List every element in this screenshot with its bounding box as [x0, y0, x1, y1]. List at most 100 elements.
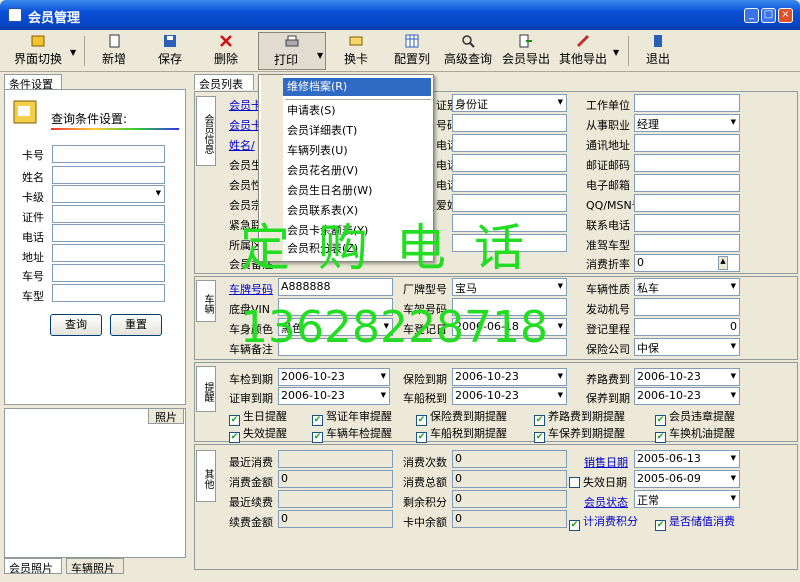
vin-input[interactable] — [278, 298, 393, 316]
maintenance-reminder-checkbox[interactable]: ✔ 车保养到期提醒 — [534, 425, 625, 443]
maximize-button[interactable]: □ — [761, 8, 776, 23]
export-icon — [519, 34, 532, 48]
id-number-input[interactable] — [452, 114, 567, 132]
insurance-due-picker[interactable]: 2006-10-23 — [452, 368, 567, 386]
road-fee-reminder-checkbox[interactable]: ✔ 养路费到期提醒 — [534, 408, 625, 426]
brand-select[interactable]: 宝马 — [452, 278, 567, 296]
recharge-amount-field: 0 — [278, 510, 393, 528]
print-button[interactable]: 打印 ▼ — [258, 32, 326, 70]
config-columns-button[interactable]: 配置列 — [388, 32, 436, 70]
license-class-input[interactable] — [634, 234, 740, 252]
work-phone-input[interactable] — [452, 154, 567, 172]
contact-phone-input[interactable] — [634, 214, 740, 232]
exit-button[interactable]: 退出 — [638, 32, 678, 70]
body-color-select[interactable]: 黑色 — [278, 318, 393, 336]
menu-item-birthday-roster[interactable]: 会员生日名册(W) — [287, 182, 372, 200]
menu-item-member-detail[interactable]: 会员详细表(T) — [287, 122, 357, 140]
consume-count-label: 消费次数 — [403, 456, 447, 469]
tab-member-photo[interactable]: 会员照片 — [4, 558, 62, 575]
home-phone-input[interactable] — [452, 134, 567, 152]
expiry-date-picker[interactable]: 2005-06-09 — [634, 470, 740, 488]
model-input[interactable] — [52, 284, 165, 302]
menu-item-member-roster[interactable]: 会员花名册(V) — [287, 162, 358, 180]
query-button[interactable]: 查询 — [50, 314, 102, 336]
new-button[interactable]: 新增 — [94, 32, 134, 70]
card-no-input[interactable] — [52, 145, 165, 163]
id-input[interactable] — [52, 205, 165, 223]
expiry-date-checkbox[interactable]: 失效日期 — [569, 474, 627, 490]
name-input[interactable] — [52, 166, 165, 184]
zip-code-input[interactable] — [634, 154, 740, 172]
email-input[interactable] — [634, 174, 740, 192]
minimize-button[interactable]: _ — [744, 8, 759, 23]
card-level-select[interactable] — [52, 185, 165, 203]
swipe-card-button[interactable]: 换卡 — [336, 32, 376, 70]
photo-area — [4, 408, 186, 558]
tab-member-list[interactable]: 会员列表 — [194, 74, 254, 91]
menu-item-contact-table[interactable]: 会员联系表(X) — [287, 202, 358, 220]
plate-input[interactable] — [52, 264, 165, 282]
license-review-label: 证审到期 — [229, 392, 273, 405]
license-review-picker[interactable]: 2006-10-23 — [278, 387, 390, 405]
insurer-select[interactable]: 中保 — [634, 338, 740, 356]
mobile-input[interactable] — [452, 174, 567, 192]
road-fee-due-picker[interactable]: 2006-10-23 — [634, 368, 740, 386]
vehicle-plate-input[interactable]: A888888 — [278, 278, 393, 296]
inspection-due-picker[interactable]: 2006-10-23 — [278, 368, 390, 386]
chevron-down-icon: ▼ — [70, 48, 77, 57]
id-type-select[interactable]: 身份证 — [452, 94, 567, 112]
export-members-button[interactable]: 会员导出 — [500, 32, 552, 70]
phone-input[interactable] — [52, 224, 165, 242]
vtab-member-info[interactable]: 会员信息 — [196, 96, 216, 166]
sale-date-picker[interactable]: 2005-06-13 — [634, 450, 740, 468]
expiry-reminder-checkbox[interactable]: ✔ 失效提醒 — [229, 425, 287, 443]
reg-date-picker[interactable]: 2006-06-18 — [452, 318, 567, 336]
chevron-down-icon: ▼ — [613, 48, 620, 57]
remaining-points-label: 剩余积分 — [403, 496, 447, 509]
vtab-vehicle[interactable]: 车辆 — [196, 280, 216, 322]
vehicle-nature-select[interactable]: 私车 — [634, 278, 740, 296]
menu-item-repair-file[interactable]: 维修档案(R) — [287, 78, 347, 96]
menu-item-vehicle-list[interactable]: 车辆列表(U) — [287, 142, 348, 160]
reg-mileage-input[interactable]: 0 — [634, 318, 740, 336]
discount-spinner[interactable]: ▲ — [718, 256, 728, 270]
insurance-fee-reminder-checkbox[interactable]: ✔ 保险费到期提醒 — [416, 408, 507, 426]
vehicle-note-input[interactable] — [278, 338, 567, 356]
window-title: 会员管理 — [28, 11, 81, 26]
menu-item-application-form[interactable]: 申请表(S) — [287, 102, 336, 120]
oil-change-reminder-checkbox[interactable]: ✔ 车换机油提醒 — [655, 425, 735, 443]
hobby-input[interactable] — [452, 194, 567, 212]
birthday-reminder-checkbox[interactable]: ✔ 生日提醒 — [229, 408, 287, 426]
vessel-tax-due-picker[interactable]: 2006-10-23 — [452, 387, 567, 405]
save-button[interactable]: 保存 — [150, 32, 190, 70]
reset-button[interactable]: 重置 — [110, 314, 162, 336]
vehicle-inspection-reminder-checkbox[interactable]: ✔ 车辆年检提醒 — [312, 425, 392, 443]
count-points-checkbox[interactable]: ✔ 计消费积分 — [569, 513, 638, 531]
advanced-search-button[interactable]: 高级查询 — [442, 32, 494, 70]
vessel-tax-reminder-checkbox[interactable]: ✔ 车船税到期提醒 — [416, 425, 507, 443]
maintenance-due-picker[interactable]: 2006-10-23 — [634, 387, 740, 405]
mail-address-input[interactable] — [634, 134, 740, 152]
license-annual-reminder-checkbox[interactable]: ✔ 驾证年审提醒 — [312, 408, 392, 426]
engine-no-input[interactable] — [634, 298, 740, 316]
delete-button[interactable]: 删除 — [206, 32, 246, 70]
tab-vehicle-photo[interactable]: 车辆照片 — [66, 558, 124, 575]
close-button[interactable]: × — [778, 8, 793, 23]
vtab-other[interactable]: 其他 — [196, 450, 216, 502]
violation-reminder-checkbox[interactable]: ✔ 会员违章提醒 — [655, 408, 735, 426]
vtab-reminder[interactable]: 提醒 — [196, 366, 216, 412]
employer-input[interactable] — [634, 94, 740, 112]
occupation-select[interactable]: 经理 — [634, 114, 740, 132]
stored-value-checkbox[interactable]: ✔ 是否储值消费 — [655, 513, 735, 531]
address-input[interactable] — [52, 244, 165, 262]
menu-item-points-table[interactable]: 会员积分表(Z) — [287, 240, 358, 258]
qq-msn-input[interactable] — [634, 194, 740, 212]
extra-input-1[interactable] — [452, 214, 567, 232]
menu-item-card-balance[interactable]: 会员卡余额表(Y) — [287, 222, 368, 240]
member-status-select[interactable]: 正常 — [634, 490, 740, 508]
frame-no-input[interactable] — [452, 298, 567, 316]
extra-input-2[interactable] — [452, 234, 567, 252]
tab-condition-settings[interactable]: 条件设置 — [4, 74, 62, 91]
switch-view-button[interactable]: 界面切换 — [8, 32, 68, 70]
other-export-button[interactable]: 其他导出 — [556, 32, 610, 70]
